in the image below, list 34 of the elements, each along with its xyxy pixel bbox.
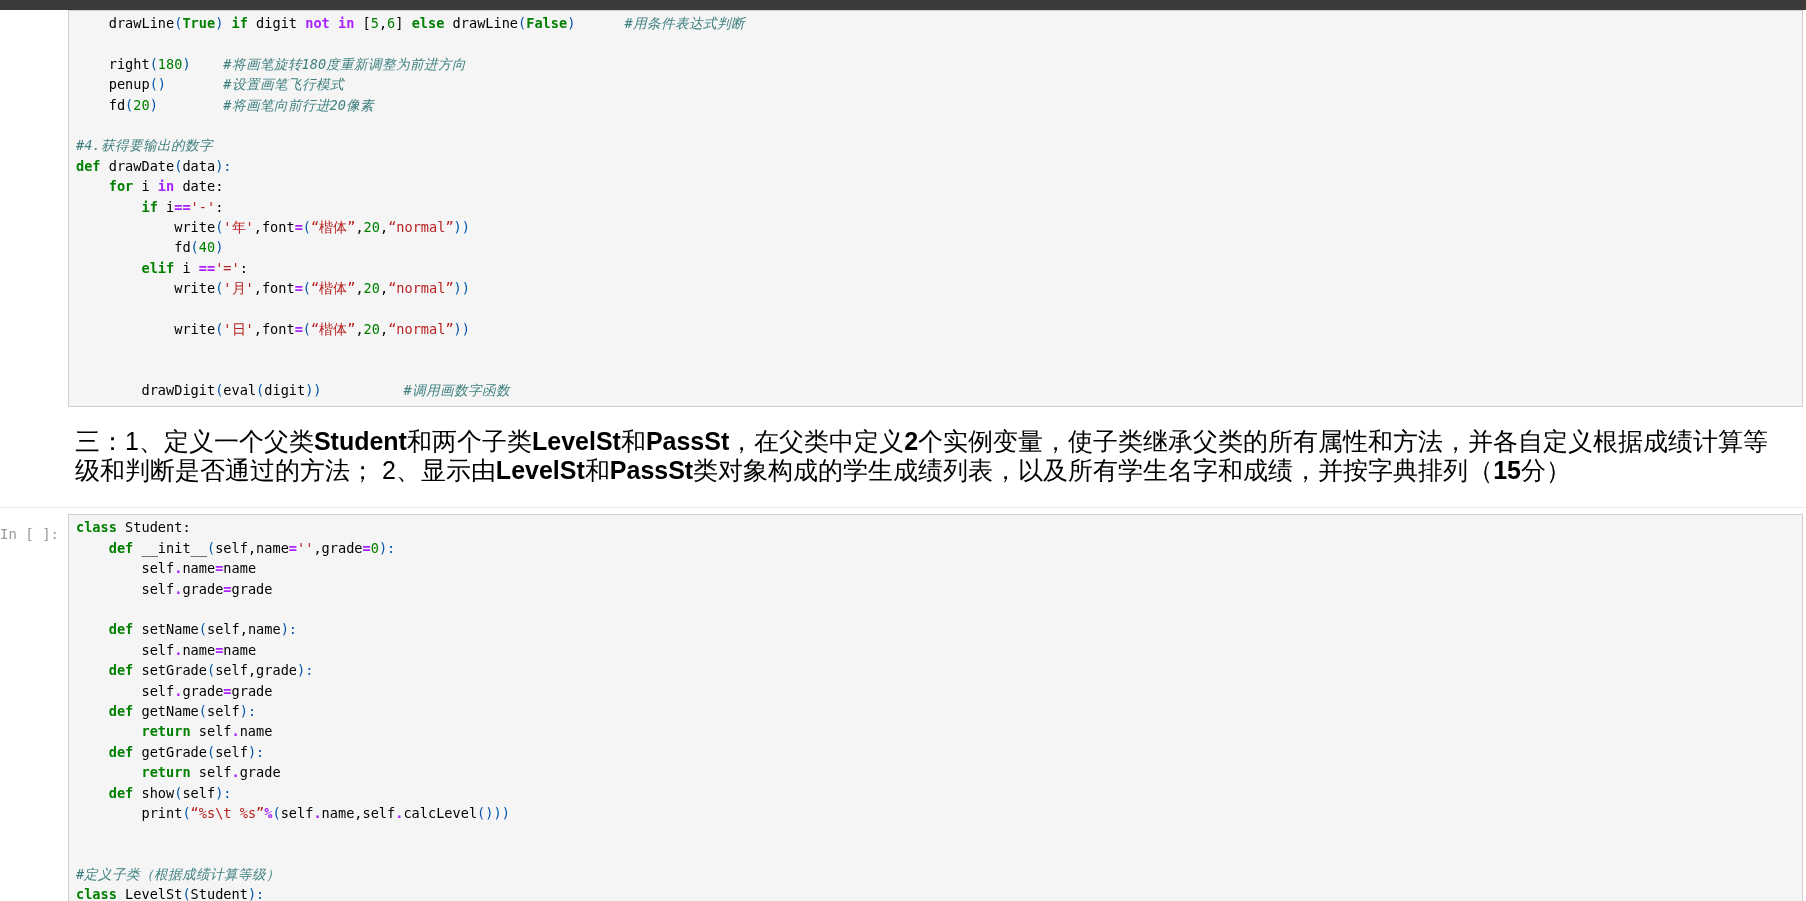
code-line: if i=='-': [140,198,224,215]
code-line: elif i =='=': [140,259,248,276]
code-line: print(“%s\t %s”%(self.name,self.calcLevel())) [140,804,510,821]
code-line: class LevelSt(Student): [76,886,265,901]
code-line: self.grade=grade [140,580,273,597]
code-line: def __init__(self,name='',grade=0): [107,539,396,556]
code-line: for i in date: [107,178,224,195]
code-line: return self.grade [140,764,281,781]
code-line: write('月',font=(“楷体”,20,“normal”)) [173,280,470,297]
code-line: fd(20) #将画笔向前行进20像素 [107,96,374,113]
code-cell[interactable] [68,10,1803,408]
code-line: #4.获得要输出的数字 [76,137,213,154]
code-line: fd(40) [173,239,224,256]
code-line: right(180) #将画笔旋转180度重新调整为前进方向 [107,55,467,72]
code-line: self.name=name [140,641,257,658]
code-line: def getName(self): [107,702,257,719]
code-line: return self.name [140,723,273,740]
question-text: 三：1、定义一个父类Student和两个子类LevelSt和PassSt，在父类中定义2个实例变量，使子类继承父类的所有属性和方法，并各自定义根据成绩计算等级和判断是否通过的方法； 2、显示由LevelSt和PassSt类对象构成的学生成绩列表，以及所有学生名字和成绩，并按字典排列（15分） [75,427,1770,486]
code-line: drawLine(True) if digit not in [5,6] else drawLine(False) #用条件表达式判断 [107,15,745,31]
code-line: def setGrade(self,grade): [107,662,314,679]
code-line: write('日',font=(“楷体”,20,“normal”)) [173,320,470,337]
code-line: def show(self): [107,784,232,801]
code-line: def setName(self,name): [107,621,297,638]
code-line: write('年',font=(“楷体”,20,“normal”)) [173,218,470,235]
cell-prompt: In [ ]: [0,526,59,543]
code-line: penup() #设置画笔飞行模式 [107,76,344,93]
code-line: def drawDate(data): [76,157,232,174]
code-line: #定义子类（根据成绩计算等级） [76,866,281,883]
code-line: class Student: [76,519,191,536]
code-line: drawDigit(eval(digit)) #调用画数字函数 [140,382,510,399]
code-line: self.name=name [140,560,257,577]
code-cell[interactable] [68,514,1803,901]
code-line: self.grade=grade [140,682,273,699]
code-line: def getGrade(self): [107,743,265,760]
